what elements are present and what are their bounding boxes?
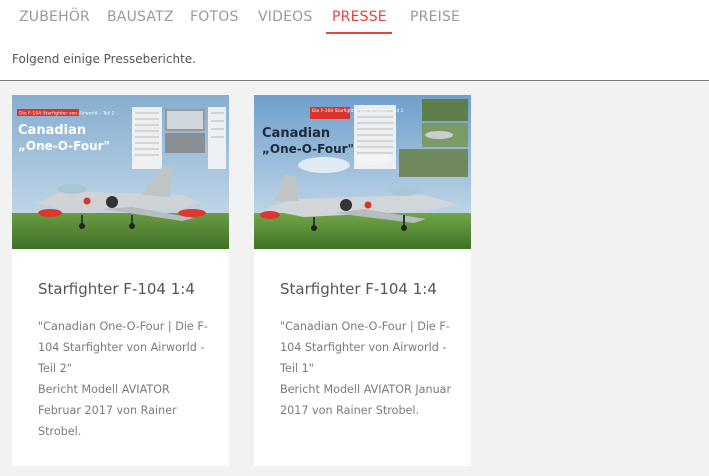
tab-videos[interactable]: VIDEOS [258,9,312,25]
card-article-title: "Canadian One-O-Four | Die F-104 Starfig… [38,320,208,375]
divider [0,80,709,81]
thumb-headline-1: Canadian [18,123,86,138]
tab-zubehoer[interactable]: ZUBEHÖR [19,9,90,25]
thumb-kicker: Die F-104 Starfighter von Airworld – Tei… [312,108,404,114]
press-thumbnail[interactable]: Die F-104 Starfighter von Airworld – Tei… [254,95,471,249]
tab-preise[interactable]: PREISE [410,9,460,25]
card-description: "Canadian One-O-Four | Die F-104 Starfig… [38,316,213,442]
tab-bar: ZUBEHÖR BAUSATZ FOTOS VIDEOS PRESSE PREI… [0,0,709,34]
card-description: "Canadian One-O-Four | Die F-104 Starfig… [280,316,455,421]
card-title[interactable]: Starfighter F-104 1:4 [38,280,195,298]
tab-fotos[interactable]: FOTOS [190,9,239,25]
press-card[interactable]: Die F-104 Starfighter von Airworld – Tei… [254,95,471,466]
thumb-headline-2: „One-O-Four" [262,142,354,156]
card-report-info: Bericht Modell AVIATOR Januar 2017 von R… [280,383,452,417]
intro-text: Folgend einige Presseberichte. [12,52,196,66]
tab-bausatz[interactable]: BAUSATZ [107,9,174,25]
card-report-info: Bericht Modell AVIATOR Februar 2017 von … [38,383,177,438]
tab-presse[interactable]: PRESSE [332,9,387,25]
card-article-title: "Canadian One-O-Four | Die F-104 Starfig… [280,320,450,375]
thumb-headline-2: „One-O-Four" [18,139,110,153]
press-card[interactable]: Die F-104 Starfighter von Airworld – Tei… [12,95,229,466]
thumb-headline-1: Canadian [262,126,330,141]
press-thumbnail[interactable]: Die F-104 Starfighter von Airworld – Tei… [12,95,229,249]
intro-section: Folgend einige Presseberichte. [0,34,709,81]
card-title[interactable]: Starfighter F-104 1:4 [280,280,437,298]
thumb-kicker: Die F-104 Starfighter von Airworld – Tei… [19,111,115,117]
